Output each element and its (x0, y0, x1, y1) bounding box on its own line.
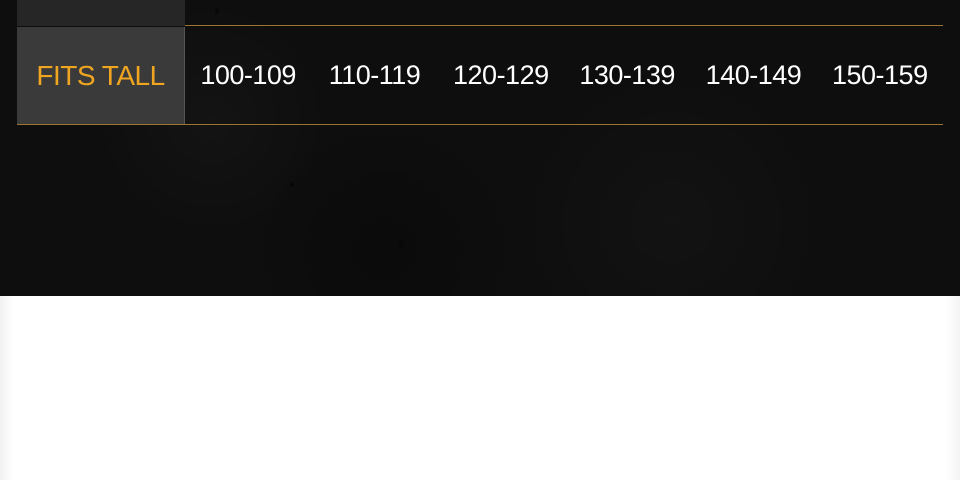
height-range-cell: 100-109 (200, 60, 296, 90)
height-range-cell: 120-129 (453, 60, 549, 90)
size-table-previous-row (17, 0, 943, 26)
height-range-cells: 100-109 110-119 120-129 130-139 140-149 … (185, 27, 943, 124)
texture-speck (215, 8, 219, 14)
previous-row-header-cell (17, 0, 185, 26)
height-range-cell: 140-149 (705, 60, 802, 90)
white-background-area (0, 296, 960, 480)
fits-tall-row: FITS TALL 100-109 110-119 120-129 130-13… (17, 27, 943, 125)
texture-speck (290, 182, 294, 187)
height-range-cell: 110-119 (328, 60, 421, 90)
fits-tall-label: FITS TALL (17, 27, 185, 124)
size-chart-panel: FITS TALL 100-109 110-119 120-129 130-13… (0, 0, 960, 296)
texture-speck (398, 240, 404, 248)
height-range-cell: 150-159 (832, 60, 928, 90)
row-divider (185, 25, 943, 26)
height-range-cell: 130-139 (579, 60, 675, 90)
